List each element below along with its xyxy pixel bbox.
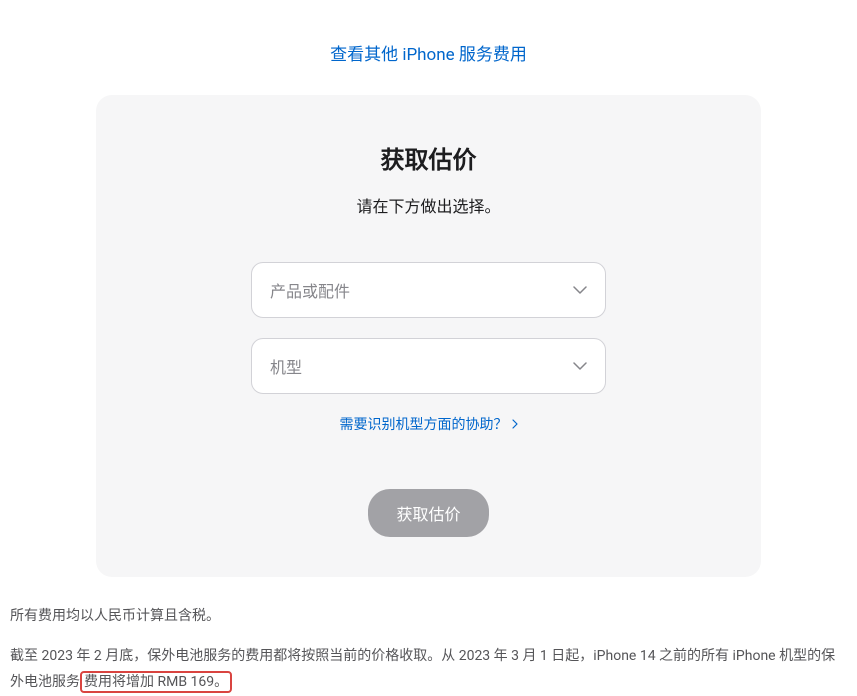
other-services-link[interactable]: 查看其他 iPhone 服务费用 [330, 45, 527, 65]
identify-model-help-link[interactable]: 需要识别机型方面的协助？ [340, 414, 518, 434]
footer-currency-note: 所有费用均以人民币计算且含税。 [10, 605, 847, 629]
product-select-wrapper: 产品或配件 [251, 262, 606, 318]
submit-row: 获取估价 [136, 489, 721, 537]
model-select-placeholder: 机型 [270, 354, 302, 378]
chevron-down-icon [573, 359, 587, 373]
estimate-card: 获取估价 请在下方做出选择。 产品或配件 机型 需要识别机型方面的协助？ 获取估… [96, 95, 761, 577]
product-select-placeholder: 产品或配件 [270, 278, 350, 302]
card-subtitle: 请在下方做出选择。 [136, 193, 721, 217]
get-estimate-button[interactable]: 获取估价 [368, 489, 488, 537]
footer-price-change-note: 截至 2023 年 2 月底，保外电池服务的费用都将按照当前的价格收取。从 20… [10, 643, 847, 696]
model-select-wrapper: 机型 [251, 338, 606, 394]
chevron-right-icon [512, 419, 518, 429]
card-title: 获取估价 [136, 140, 721, 175]
footer-note-highlight: 费用将增加 RMB 169。 [80, 671, 232, 693]
product-select[interactable]: 产品或配件 [251, 262, 606, 318]
help-link-row: 需要识别机型方面的协助？ [136, 414, 721, 434]
top-link-row: 查看其他 iPhone 服务费用 [0, 0, 857, 95]
chevron-down-icon [573, 283, 587, 297]
help-link-label: 需要识别机型方面的协助？ [340, 414, 508, 434]
model-select[interactable]: 机型 [251, 338, 606, 394]
